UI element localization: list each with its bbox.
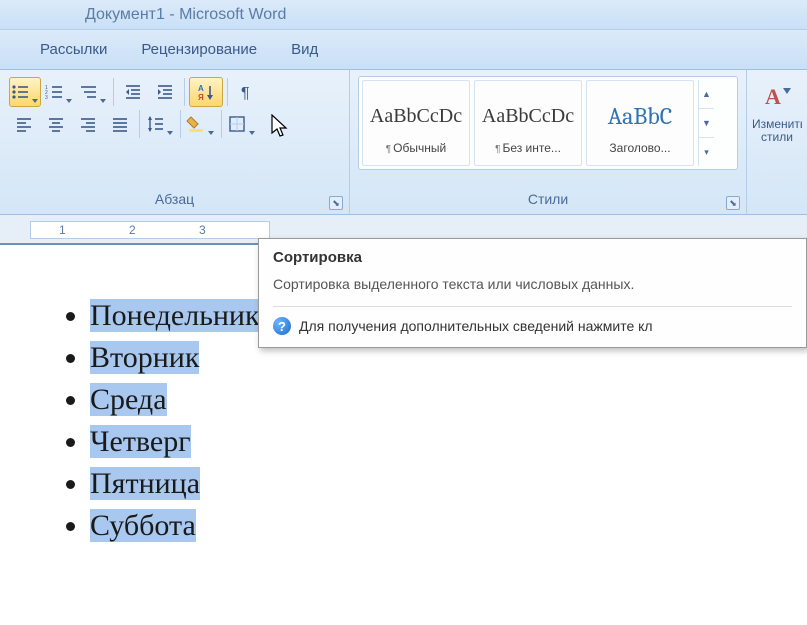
tooltip-description: Сортировка выделенного текста или числов…	[273, 276, 792, 292]
show-marks-button[interactable]: ¶	[232, 77, 262, 107]
gallery-more-button[interactable]: ▾	[699, 138, 714, 166]
svg-text:3: 3	[45, 95, 48, 101]
align-center-button[interactable]	[41, 109, 71, 139]
separator	[184, 78, 185, 106]
separator	[139, 110, 140, 138]
line-spacing-button[interactable]	[144, 109, 176, 139]
separator	[113, 78, 114, 106]
borders-button[interactable]	[226, 109, 258, 139]
tab-mailings[interactable]: Рассылки	[40, 41, 107, 58]
gallery-scroll: ▲ ▼ ▾	[698, 80, 714, 166]
group-label-styles: Стили ⬊	[350, 190, 746, 214]
list-item[interactable]: Суббота	[90, 505, 807, 547]
gallery-down-button[interactable]: ▼	[699, 109, 714, 138]
chevron-down-icon	[249, 131, 255, 135]
separator	[221, 110, 222, 138]
align-right-button[interactable]	[73, 109, 103, 139]
paragraph-dialog-launcher[interactable]: ⬊	[329, 196, 343, 210]
svg-text:¶: ¶	[241, 85, 250, 102]
chevron-down-icon	[167, 131, 173, 135]
group-paragraph: 123 AЯ ¶	[0, 70, 350, 214]
group-styles: AaBbCcDc ¶Обычный AaBbCcDc ¶Без инте... …	[350, 70, 747, 214]
style-heading[interactable]: AaBbC Заголово...	[586, 80, 694, 166]
align-justify-button[interactable]	[105, 109, 135, 139]
group-label-paragraph: Абзац ⬊	[0, 190, 349, 214]
ribbon: 123 AЯ ¶	[0, 70, 807, 215]
svg-text:A: A	[198, 84, 204, 93]
list-item[interactable]: Среда	[90, 379, 807, 421]
multilevel-list-button[interactable]	[77, 77, 109, 107]
sort-tooltip: Сортировка Сортировка выделенного текста…	[258, 238, 807, 348]
svg-text:A: A	[765, 84, 781, 109]
list-item[interactable]: Четверг	[90, 421, 807, 463]
separator	[227, 78, 228, 106]
group-change-styles: A Изменить стили	[747, 70, 807, 214]
help-icon: ?	[273, 317, 291, 335]
style-no-spacing[interactable]: AaBbCcDc ¶Без инте...	[474, 80, 582, 166]
list-item[interactable]: Пятница	[90, 463, 807, 505]
sort-button[interactable]: AЯ	[189, 77, 223, 107]
bullets-button[interactable]	[9, 77, 41, 107]
tab-view[interactable]: Вид	[291, 41, 318, 58]
decrease-indent-button[interactable]	[118, 77, 148, 107]
shading-button[interactable]	[185, 109, 217, 139]
separator	[180, 110, 181, 138]
gallery-up-button[interactable]: ▲	[699, 80, 714, 109]
chevron-down-icon	[208, 131, 214, 135]
window-title: Документ1 - Microsoft Word	[85, 6, 286, 24]
svg-text:Я: Я	[198, 93, 204, 102]
window-titlebar: Документ1 - Microsoft Word	[0, 0, 807, 30]
styles-dialog-launcher[interactable]: ⬊	[726, 196, 740, 210]
chevron-down-icon	[66, 99, 72, 103]
chevron-down-icon	[100, 99, 106, 103]
ribbon-tabs: Рассылки Рецензирование Вид	[0, 30, 807, 70]
tab-review[interactable]: Рецензирование	[141, 41, 257, 58]
numbering-button[interactable]: 123	[43, 77, 75, 107]
tooltip-help-row: ? Для получения дополнительных сведений …	[273, 306, 792, 335]
tooltip-title: Сортировка	[273, 249, 792, 266]
align-left-button[interactable]	[9, 109, 39, 139]
change-styles-button[interactable]: A Изменить стили	[755, 76, 799, 144]
styles-gallery: AaBbCcDc ¶Обычный AaBbCcDc ¶Без инте... …	[358, 76, 738, 170]
chevron-down-icon	[32, 99, 38, 103]
increase-indent-button[interactable]	[150, 77, 180, 107]
style-normal[interactable]: AaBbCcDc ¶Обычный	[362, 80, 470, 166]
